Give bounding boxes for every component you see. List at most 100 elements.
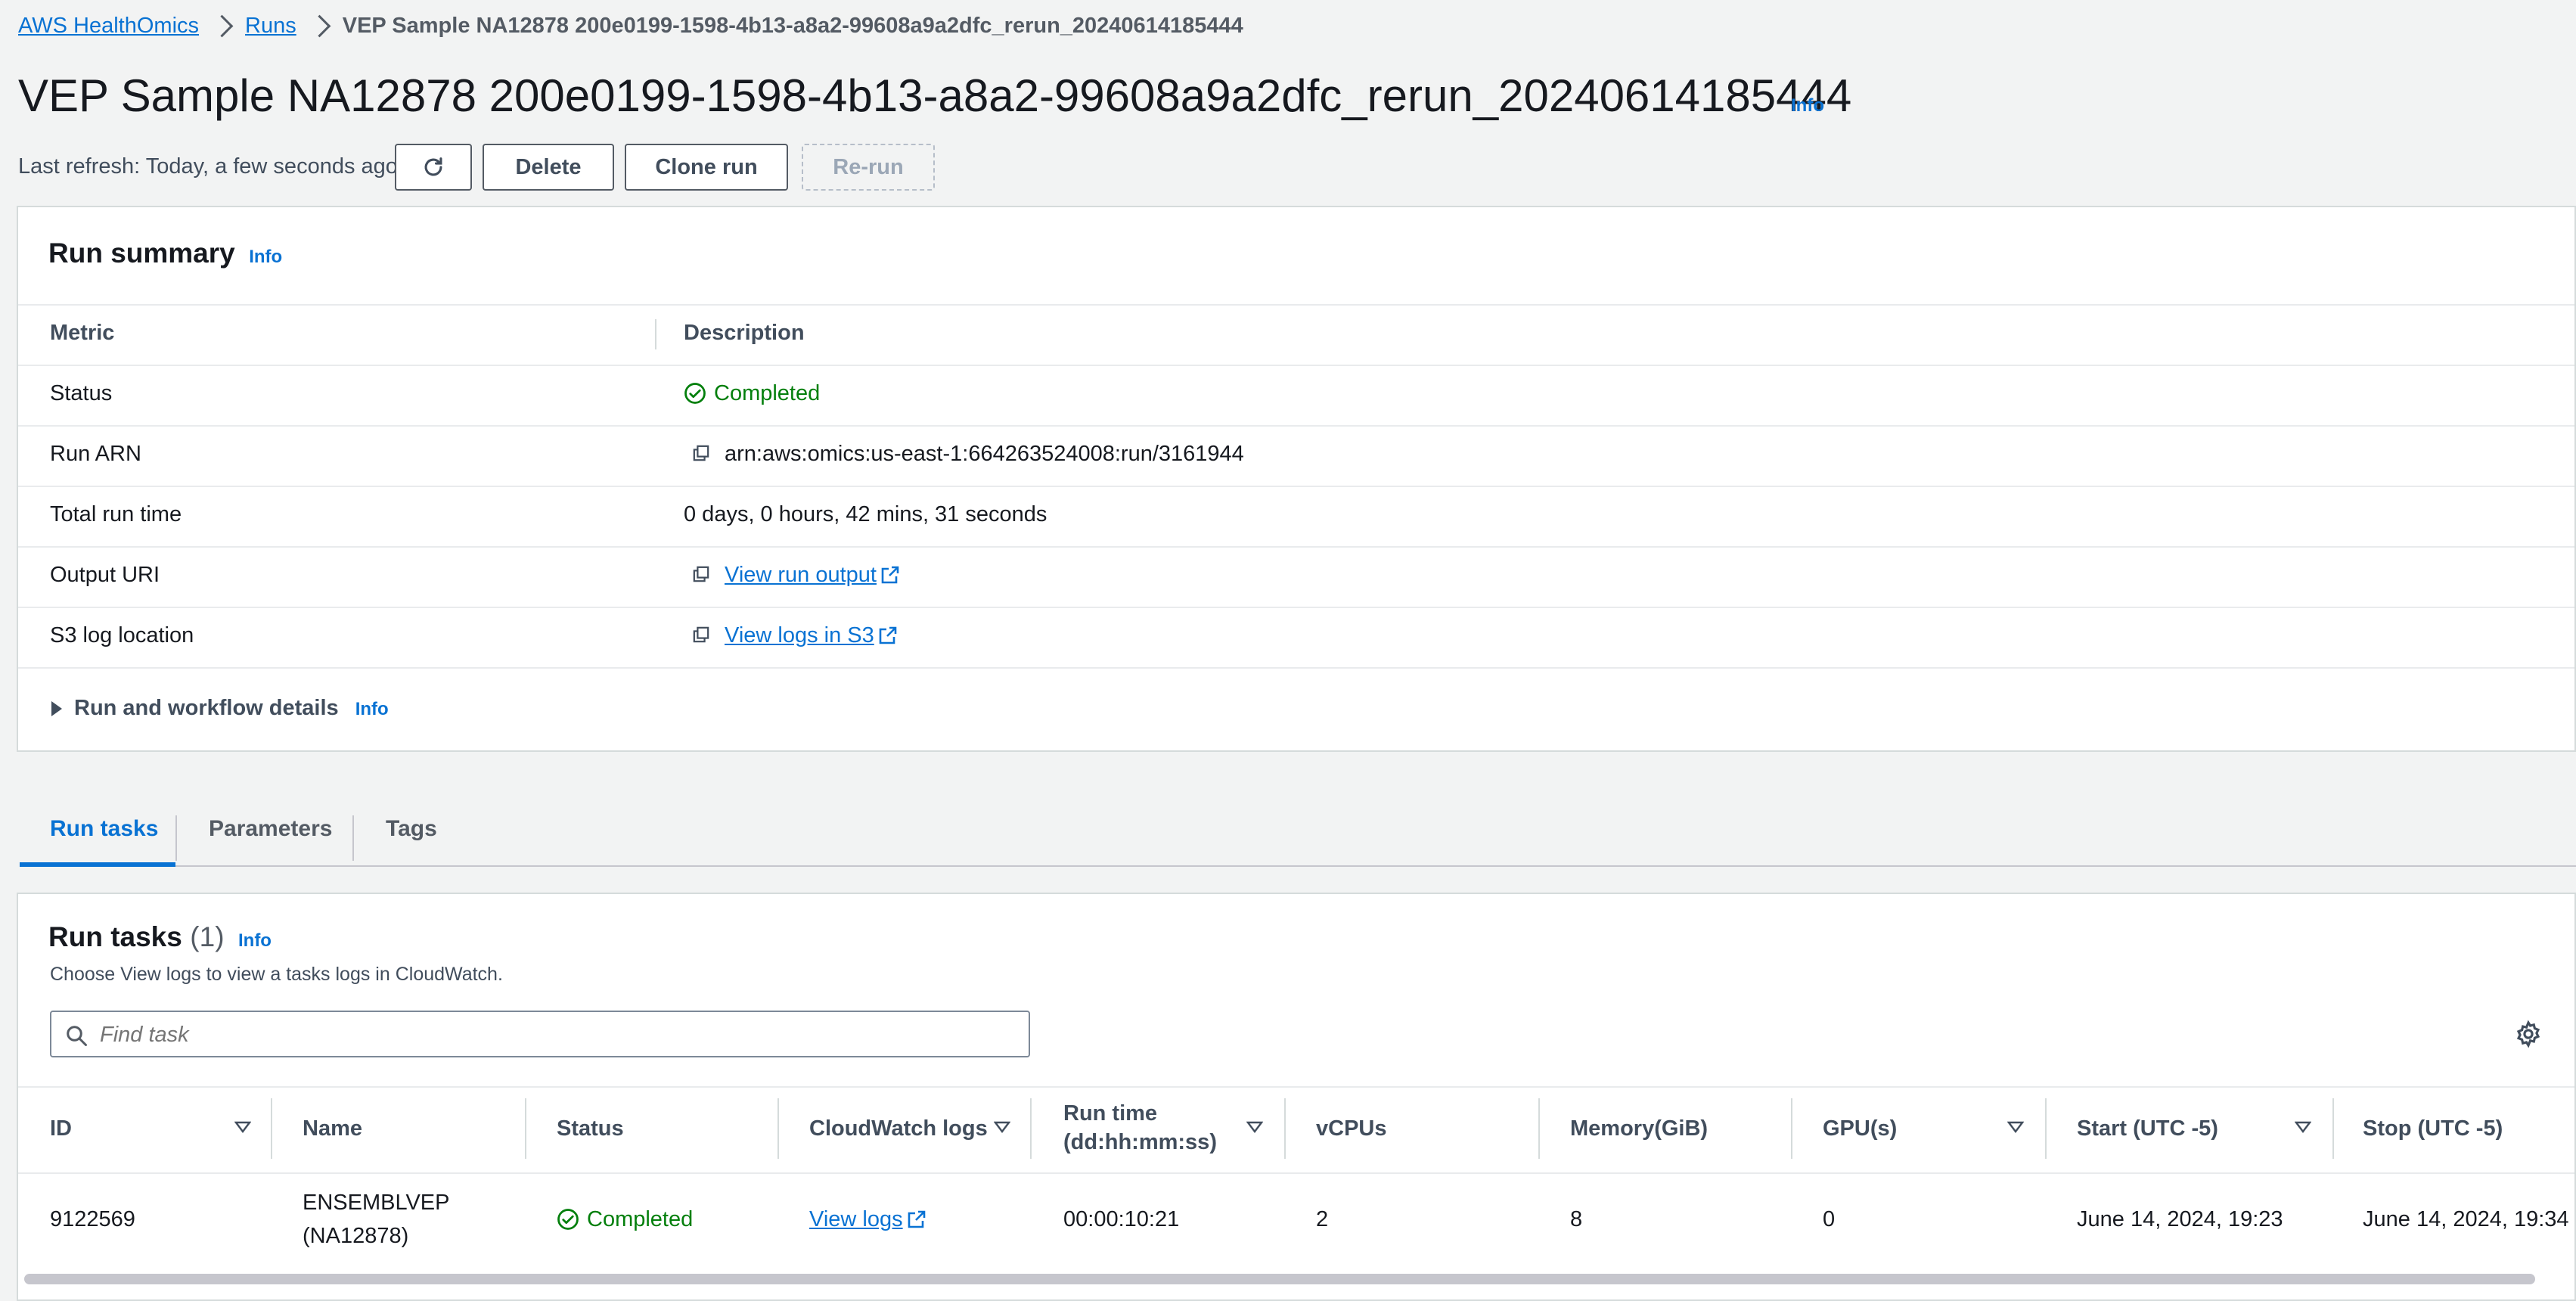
divider	[18, 304, 2574, 306]
task-memory: 8	[1570, 1207, 1583, 1231]
refresh-button[interactable]	[395, 144, 472, 191]
column-divider[interactable]	[1284, 1098, 1286, 1159]
col-cloudwatch-header[interactable]: CloudWatch logs	[809, 1116, 988, 1141]
run-workflow-details-toggle[interactable]: Run and workflow details Info	[50, 696, 389, 721]
col-gpus-header[interactable]: GPU(s)	[1823, 1116, 1897, 1141]
task-name-line1: ENSEMBLVEP	[303, 1191, 450, 1215]
run-tasks-count: (1)	[190, 921, 225, 952]
column-divider[interactable]	[525, 1098, 526, 1159]
col-memory-header[interactable]: Memory(GiB)	[1570, 1116, 1708, 1141]
run-tasks-info-link[interactable]: Info	[238, 930, 272, 951]
delete-button[interactable]: Delete	[483, 144, 614, 191]
breadcrumb-current: VEP Sample NA12878 200e0199-1598-4b13-a8…	[342, 13, 1243, 38]
divider	[18, 667, 2574, 669]
total-run-time-value: 0 days, 0 hours, 42 mins, 31 seconds	[684, 502, 1047, 526]
search-icon	[67, 1026, 87, 1046]
run-summary-panel: Run summary Info Metric Description Stat…	[17, 206, 2576, 752]
run-arn-label: Run ARN	[50, 442, 141, 466]
col-start-header[interactable]: Start (UTC -5)	[2077, 1116, 2218, 1141]
breadcrumb-link-healthomics[interactable]: AWS HealthOmics	[18, 14, 199, 39]
divider	[18, 546, 2574, 548]
sort-caret-icon[interactable]	[994, 1121, 1010, 1133]
col-status-header[interactable]: Status	[557, 1116, 624, 1141]
run-tasks-panel: Run tasks (1) Info Choose View logs to v…	[17, 893, 2576, 1301]
run-summary-header: Run summary Info	[48, 238, 282, 269]
sort-caret-icon[interactable]	[2007, 1121, 2024, 1133]
details-info-link[interactable]: Info	[355, 699, 389, 719]
col-stop-header[interactable]: Stop (UTC -5)	[2363, 1116, 2503, 1141]
column-divider	[655, 319, 656, 349]
caret-right-icon	[51, 701, 62, 716]
gear-icon[interactable]	[2514, 1020, 2543, 1048]
page-title: VEP Sample NA12878 200e0199-1598-4b13-a8…	[18, 70, 1852, 121]
run-tasks-title: Run tasks	[48, 921, 182, 952]
tab-run-tasks[interactable]: Run tasks	[50, 793, 158, 865]
clone-run-button[interactable]: Clone run	[625, 144, 788, 191]
task-start: June 14, 2024, 19:23	[2077, 1207, 2283, 1231]
column-divider[interactable]	[1030, 1098, 1032, 1159]
run-summary-info-link[interactable]: Info	[249, 247, 282, 267]
check-circle-icon	[684, 383, 706, 404]
active-tab-indicator	[20, 862, 175, 867]
task-vcpus: 2	[1316, 1207, 1329, 1231]
chevron-right-icon	[308, 14, 331, 37]
tab-divider	[175, 815, 177, 861]
copy-icon[interactable]	[693, 445, 709, 461]
column-divider[interactable]	[271, 1098, 272, 1159]
total-run-time-label: Total run time	[50, 502, 182, 526]
task-stop: June 14, 2024, 19:34	[2363, 1207, 2569, 1231]
divider	[18, 1172, 2574, 1174]
find-task-input[interactable]	[98, 1018, 1009, 1051]
title-info-link[interactable]: Info	[1791, 95, 1824, 116]
view-logs-s3-text[interactable]: View logs in S3	[725, 623, 874, 647]
view-logs-text[interactable]: View logs	[809, 1207, 903, 1231]
divider	[18, 607, 2574, 608]
col-id-header[interactable]: ID	[50, 1116, 72, 1141]
column-divider[interactable]	[2332, 1098, 2334, 1159]
view-logs-s3-link[interactable]: View logs in S3	[725, 623, 897, 648]
breadcrumb: AWS HealthOmics Runs VEP Sample NA12878 …	[18, 11, 1243, 41]
col-runtime-header[interactable]: Run time	[1063, 1101, 1157, 1126]
refresh-icon	[424, 157, 442, 176]
column-divider[interactable]	[1538, 1098, 1540, 1159]
external-link-icon	[879, 626, 897, 644]
view-run-output-link[interactable]: View run output	[725, 563, 899, 588]
column-divider[interactable]	[2045, 1098, 2047, 1159]
run-tasks-description: Choose View logs to view a tasks logs in…	[50, 964, 503, 985]
divider	[18, 365, 2574, 366]
run-tasks-header: Run tasks (1) Info	[48, 921, 272, 953]
tab-tags[interactable]: Tags	[386, 793, 437, 865]
metric-header: Metric	[50, 321, 115, 345]
rerun-button[interactable]: Re-run	[802, 144, 935, 191]
copy-icon[interactable]	[693, 566, 709, 582]
last-refresh-text: Last refresh: Today, a few seconds ago	[18, 154, 398, 179]
task-runtime: 00:00:10:21	[1063, 1207, 1180, 1231]
sort-caret-icon[interactable]	[234, 1121, 251, 1133]
column-divider[interactable]	[777, 1098, 779, 1159]
horizontal-scrollbar[interactable]	[24, 1274, 2535, 1284]
sort-caret-icon[interactable]	[1246, 1121, 1263, 1133]
task-gpus: 0	[1823, 1207, 1836, 1231]
run-workflow-details-label[interactable]: Run and workflow details	[74, 696, 339, 720]
external-link-icon	[908, 1210, 925, 1228]
col-runtime-header-sub[interactable]: (dd:hh:mm:ss)	[1063, 1130, 1217, 1155]
sort-caret-icon[interactable]	[2295, 1121, 2311, 1133]
run-summary-title: Run summary	[48, 238, 235, 269]
status-value: Completed	[684, 381, 820, 406]
tab-divider	[352, 815, 354, 861]
col-vcpus-header[interactable]: vCPUs	[1316, 1116, 1387, 1141]
col-name-header[interactable]: Name	[303, 1116, 362, 1141]
chevron-right-icon	[210, 14, 234, 37]
column-divider[interactable]	[1791, 1098, 1792, 1159]
status-text: Completed	[714, 381, 821, 405]
breadcrumb-link-runs[interactable]: Runs	[245, 14, 296, 39]
output-uri-label: Output URI	[50, 563, 160, 587]
view-logs-link[interactable]: View logs	[809, 1207, 926, 1232]
check-circle-icon	[557, 1209, 579, 1230]
find-task-search[interactable]	[50, 1011, 1030, 1057]
run-arn-value: arn:aws:omics:us-east-1:664263524008:run…	[725, 442, 1244, 466]
tab-parameters[interactable]: Parameters	[209, 793, 332, 865]
status-label: Status	[50, 381, 113, 405]
view-run-output-text[interactable]: View run output	[725, 563, 877, 587]
copy-icon[interactable]	[693, 626, 709, 643]
